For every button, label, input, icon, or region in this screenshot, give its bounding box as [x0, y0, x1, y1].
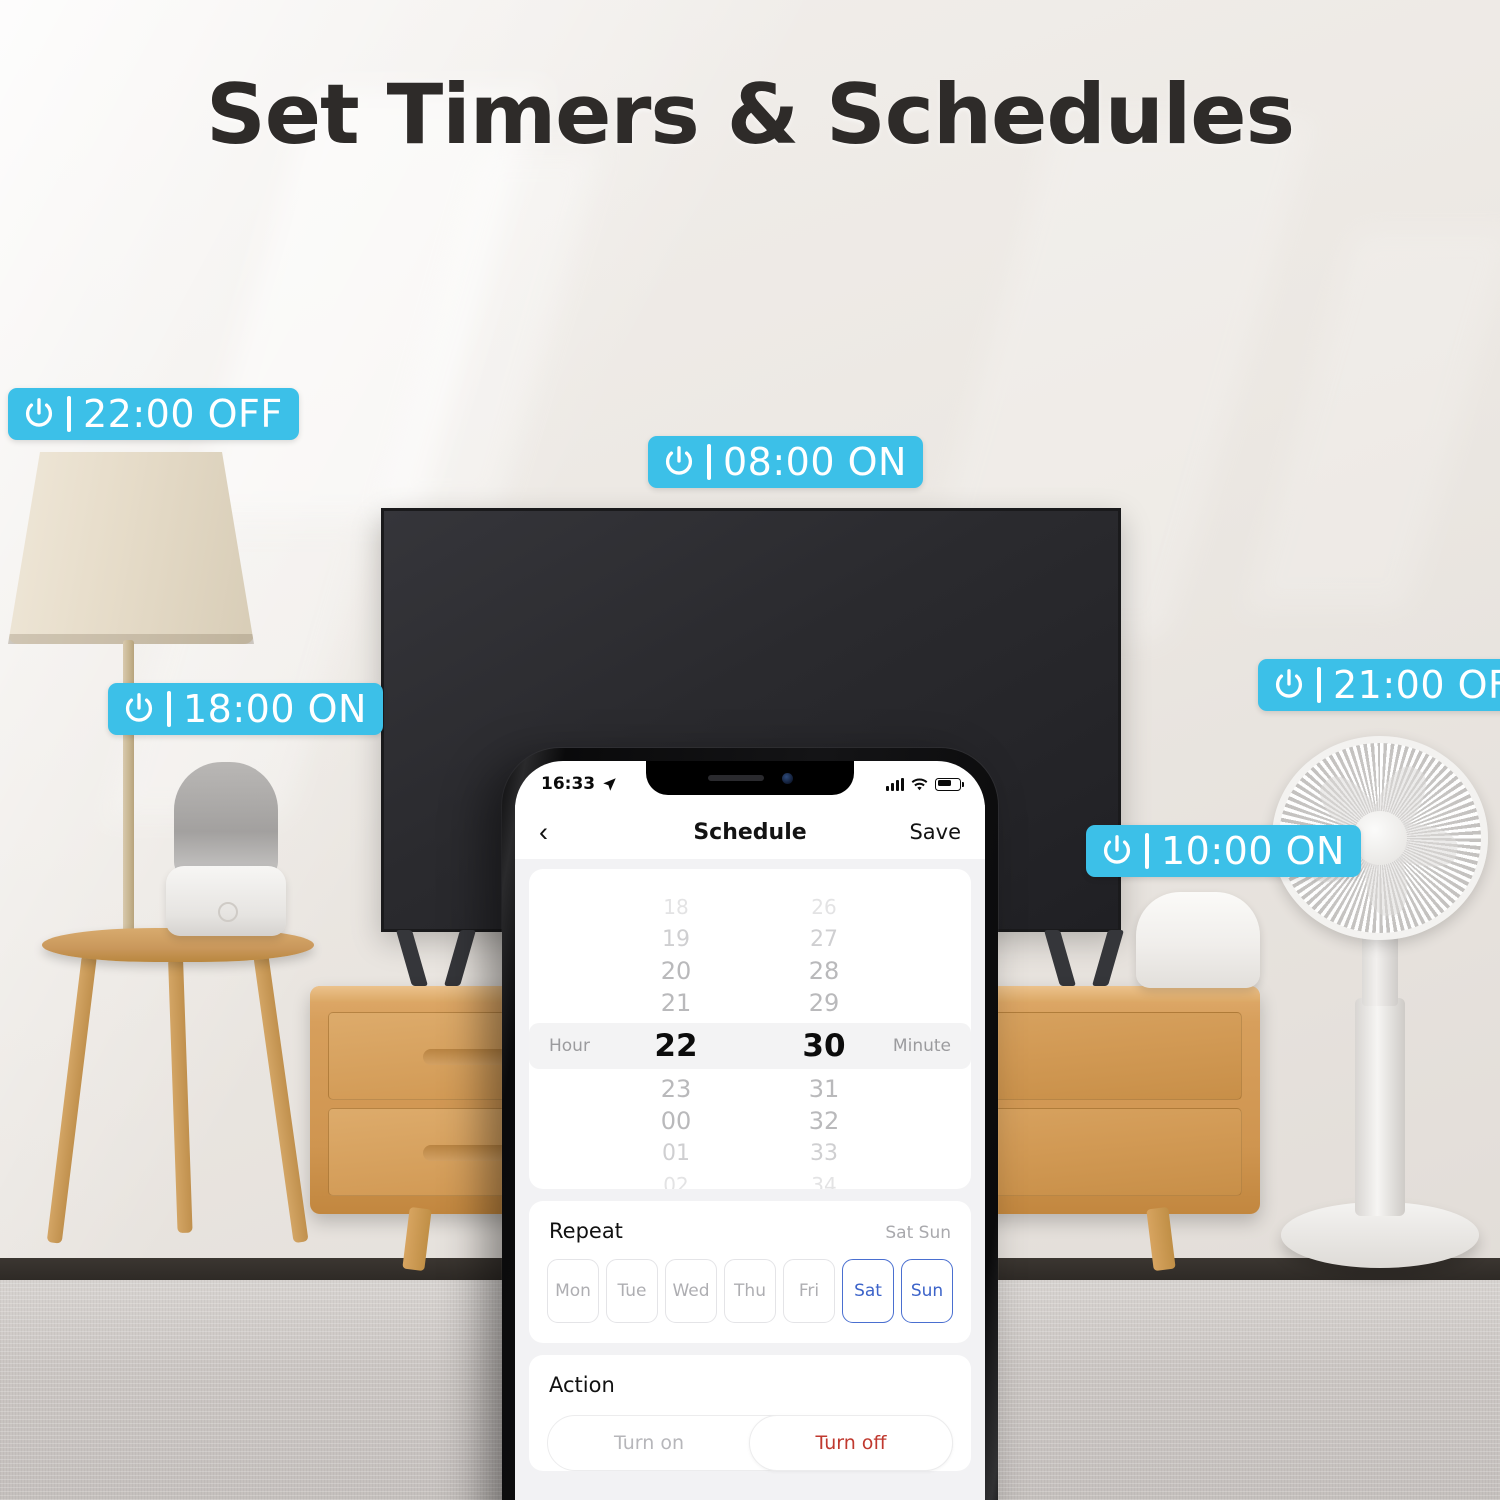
picker-row[interactable]: 18 26: [529, 891, 971, 923]
cellular-signal-icon: [886, 777, 904, 791]
turn-off-option[interactable]: Turn off: [749, 1415, 953, 1471]
repeat-value: Sat Sun: [885, 1223, 951, 1243]
diffuser-body: [1136, 892, 1260, 988]
day-chip-mon[interactable]: Mon: [547, 1259, 599, 1323]
minute-option[interactable]: 28: [780, 957, 868, 985]
time-picker[interactable]: 18 26 19 27 20 28 21 29 Hour 22 30 Minut…: [529, 869, 971, 1189]
schedule-badge-0800-on: 08:00 ON: [648, 436, 923, 488]
badge-label: 18:00 ON: [183, 687, 367, 731]
schedule-badge-1000-on: 10:00 ON: [1086, 825, 1361, 877]
badge-divider: [167, 691, 171, 727]
hour-option[interactable]: 23: [632, 1075, 720, 1103]
day-chip-fri[interactable]: Fri: [783, 1259, 835, 1323]
hour-option[interactable]: 00: [632, 1107, 720, 1135]
aroma-diffuser: [1136, 892, 1260, 988]
day-chip-wed[interactable]: Wed: [665, 1259, 717, 1323]
location-arrow-icon: [603, 777, 616, 791]
picker-row[interactable]: 02 34: [529, 1169, 971, 1189]
selected-hour[interactable]: 22: [632, 1028, 720, 1064]
minute-option[interactable]: 31: [780, 1075, 868, 1103]
action-card: Action Turn on Turn off: [529, 1355, 971, 1471]
badge-label: 10:00 ON: [1161, 829, 1345, 873]
humidifier: [166, 762, 286, 936]
pedestal-fan: [1272, 736, 1488, 1296]
minute-option[interactable]: 34: [780, 1173, 868, 1189]
minute-option[interactable]: 32: [780, 1107, 868, 1135]
phone-notch: [646, 761, 854, 795]
hour-option[interactable]: 01: [632, 1141, 720, 1166]
picker-row[interactable]: 23 31: [529, 1073, 971, 1105]
save-button[interactable]: Save: [909, 820, 961, 844]
phone-screen: 16:33 ‹ Schedule Save 18 26 19 27 20 28 …: [515, 761, 985, 1500]
power-icon: [26, 398, 52, 427]
battery-icon: [935, 777, 964, 791]
picker-row[interactable]: 20 28: [529, 955, 971, 987]
humidifier-tank: [174, 762, 278, 878]
minute-option[interactable]: 26: [780, 895, 868, 919]
earpiece-speaker-icon: [707, 775, 764, 781]
smartphone-mockup: 16:33 ‹ Schedule Save 18 26 19 27 20 28 …: [502, 748, 998, 1500]
status-bar-right: [886, 777, 964, 791]
app-content: 18 26 19 27 20 28 21 29 Hour 22 30 Minut…: [515, 859, 985, 1500]
action-header: Action: [529, 1355, 971, 1397]
time-picker-card: 18 26 19 27 20 28 21 29 Hour 22 30 Minut…: [529, 869, 971, 1189]
hour-option[interactable]: 18: [632, 895, 720, 919]
schedule-badge-2200-off: 22:00 OFF: [8, 388, 299, 440]
badge-divider: [67, 396, 71, 432]
badge-divider: [1145, 833, 1149, 869]
hour-option[interactable]: 21: [632, 989, 720, 1017]
power-icon: [1276, 669, 1302, 698]
wifi-icon: [911, 777, 928, 790]
hour-option[interactable]: 20: [632, 957, 720, 985]
schedule-badge-2100-off: 21:00 OFF: [1258, 659, 1500, 711]
picker-row[interactable]: 00 32: [529, 1105, 971, 1137]
back-button[interactable]: ‹: [539, 818, 548, 846]
hour-option[interactable]: 02: [632, 1173, 720, 1189]
fan-neck: [1362, 934, 1398, 1006]
repeat-title: Repeat: [549, 1219, 623, 1243]
lamp-shade: [8, 452, 254, 644]
minute-label: Minute: [892, 1036, 951, 1056]
minute-option[interactable]: 27: [780, 927, 868, 952]
minute-option[interactable]: 29: [780, 989, 868, 1017]
humidifier-base: [166, 866, 286, 936]
app-nav-bar: ‹ Schedule Save: [515, 805, 985, 859]
hour-option[interactable]: 19: [632, 927, 720, 952]
power-icon: [666, 446, 692, 475]
power-icon: [1104, 835, 1130, 864]
day-chip-tue[interactable]: Tue: [606, 1259, 658, 1323]
day-selector: Mon Tue Wed Thu Fri Sat Sun: [529, 1243, 971, 1343]
repeat-card: Repeat Sat Sun Mon Tue Wed Thu Fri Sat S…: [529, 1201, 971, 1343]
action-segmented-control: Turn on Turn off: [547, 1415, 953, 1471]
day-chip-sat[interactable]: Sat: [842, 1259, 894, 1323]
front-camera-icon: [781, 772, 793, 784]
fan-pole: [1355, 998, 1405, 1216]
minute-option[interactable]: 33: [780, 1141, 868, 1166]
picker-selected-row: Hour 22 30 Minute: [529, 1023, 971, 1069]
turn-on-option[interactable]: Turn on: [548, 1416, 750, 1470]
page-title: Set Timers & Schedules: [205, 66, 1295, 163]
picker-row[interactable]: 19 27: [529, 923, 971, 955]
hour-label: Hour: [549, 1036, 590, 1056]
badge-label: 22:00 OFF: [83, 392, 283, 436]
repeat-header: Repeat Sat Sun: [529, 1201, 971, 1243]
selected-minute[interactable]: 30: [780, 1028, 868, 1064]
status-bar-time: 16:33: [541, 774, 596, 794]
picker-row[interactable]: 01 33: [529, 1137, 971, 1169]
picker-row[interactable]: 21 29: [529, 987, 971, 1019]
power-icon: [126, 693, 152, 722]
badge-label: 08:00 ON: [723, 440, 907, 484]
action-title: Action: [549, 1373, 615, 1397]
humidifier-power-button: [218, 902, 238, 922]
badge-divider: [707, 444, 711, 480]
picker-rows: 18 26 19 27 20 28 21 29 Hour 22 30 Minut…: [529, 891, 971, 1189]
fan-hub: [1353, 811, 1407, 865]
badge-divider: [1317, 667, 1321, 703]
schedule-badge-1800-on: 18:00 ON: [108, 683, 383, 735]
day-chip-thu[interactable]: Thu: [724, 1259, 776, 1323]
badge-label: 21:00 OFF: [1333, 663, 1500, 707]
status-bar-left: 16:33: [541, 774, 617, 794]
day-chip-sun[interactable]: Sun: [901, 1259, 953, 1323]
